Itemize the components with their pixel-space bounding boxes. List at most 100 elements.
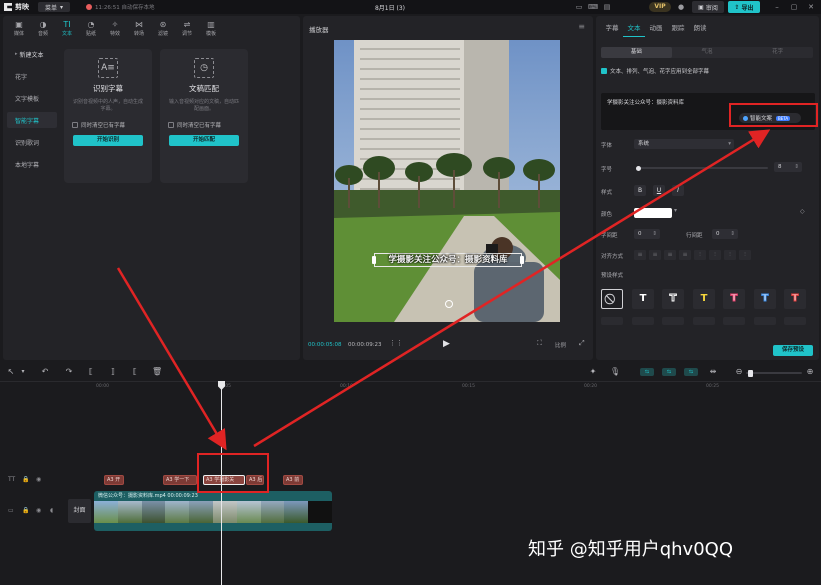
subtitle-clip[interactable]: A3 开 (104, 475, 124, 485)
eye-icon[interactable]: ◉ (36, 507, 41, 514)
minimize-icon[interactable]: – (772, 2, 782, 12)
undo-icon[interactable]: ↶ (40, 367, 50, 377)
preset-row2-item[interactable] (693, 317, 715, 325)
resize-handle-right[interactable] (520, 256, 524, 264)
close-icon[interactable]: ✕ (806, 2, 816, 12)
zoom-in-icon[interactable]: ⊕ (805, 367, 815, 377)
volume-icon[interactable]: ◖ (50, 507, 53, 514)
preset-yellow[interactable]: T (693, 289, 715, 309)
subtitle-clip[interactable]: A3 学一下 (163, 475, 197, 485)
lock-icon[interactable]: 🔒 (22, 507, 29, 514)
expand-icon[interactable]: ⤢ (579, 339, 585, 348)
char-spacing-input[interactable]: 0 ⇕ (634, 229, 660, 239)
maximize-icon[interactable]: ▢ (789, 2, 799, 12)
tab-tracking[interactable]: 跟踪 (667, 22, 689, 37)
ratio-button[interactable]: 比例 (555, 341, 566, 349)
trim-left-icon[interactable]: ⟧ (108, 367, 118, 377)
preset-row2-item[interactable] (784, 317, 806, 325)
tab-subtitle[interactable]: 字幕 (601, 22, 623, 37)
vertical-middle-icon[interactable]: ⫶ (709, 250, 721, 260)
fullscreen-frame-icon[interactable]: ⛶ (537, 339, 542, 348)
align-justify-icon[interactable]: ≡ (679, 250, 691, 260)
player-menu-icon[interactable]: ≡ (578, 22, 585, 31)
cover-button[interactable]: 封面 (68, 499, 91, 523)
rotate-handle-icon[interactable] (445, 300, 453, 308)
tab-audio[interactable]: ◑ 音频 (31, 16, 55, 40)
chevron-down-icon[interactable]: ▾ (18, 367, 28, 377)
line-spacing-input[interactable]: 0 ⇕ (712, 229, 738, 239)
video-preview[interactable]: 学摄影关注公众号：摄影资料库 (334, 40, 560, 322)
tab-transition[interactable]: ⋈ 转场 (127, 16, 151, 40)
clear-existing-checkbox[interactable]: 同时清空已有字幕 (72, 121, 152, 129)
tab-read-aloud[interactable]: 朗读 (689, 22, 711, 37)
vertical-justify-icon[interactable]: ⫶ (739, 250, 751, 260)
text-color-swatch[interactable] (634, 208, 672, 218)
trim-right-icon[interactable]: ⟦ (130, 367, 140, 377)
align-left-icon[interactable]: ≡ (634, 250, 646, 260)
align-center-icon[interactable]: ≡ (649, 250, 661, 260)
underline-button[interactable]: U (653, 185, 665, 196)
size-slider-knob[interactable] (636, 166, 641, 171)
font-dropdown[interactable]: 系统 ▾ (634, 139, 734, 149)
redo-icon[interactable]: ↷ (64, 367, 74, 377)
save-preset-button[interactable]: 保存预设 (773, 345, 813, 356)
avatar[interactable]: ● (676, 2, 686, 12)
shortcut-icon[interactable]: ⌨ (588, 2, 598, 12)
preset-none-icon[interactable]: ⃠ (601, 289, 623, 309)
tab-adjust[interactable]: ⇌ 调节 (175, 16, 199, 40)
linkage-icon[interactable]: ⇆ (684, 368, 698, 376)
monitor-icon[interactable]: ▭ (574, 2, 584, 12)
preset-row2-item[interactable] (632, 317, 654, 325)
side-item-fancy-text[interactable]: 花字 (7, 68, 57, 84)
keyframe-icon[interactable]: ◇ (800, 208, 805, 215)
menu-button[interactable]: 菜单 ▾ (38, 2, 70, 12)
play-button[interactable]: ▶ (443, 339, 450, 349)
subtab-fancy[interactable]: 花字 (742, 47, 813, 58)
vertical-top-icon[interactable]: ⫶ (694, 250, 706, 260)
magnet-snap-icon[interactable]: ⇆ (662, 368, 676, 376)
preset-red-outline[interactable]: T (784, 289, 806, 309)
tab-template[interactable]: ▥ 模板 (199, 16, 223, 40)
microphone-icon[interactable]: 🎙 (610, 367, 620, 377)
preset-row2-item[interactable] (723, 317, 745, 325)
subtitle-overlay[interactable]: 学摄影关注公众号：摄影资料库 (374, 253, 522, 267)
preset-pink-outline[interactable]: T (723, 289, 745, 309)
start-recognize-button[interactable]: 开始识别 (73, 135, 143, 146)
tab-text[interactable]: TI 文本 (55, 16, 79, 40)
vip-badge[interactable]: VIP (649, 2, 671, 12)
side-item-local-subtitle[interactable]: 本地字幕 (7, 156, 57, 172)
start-match-button[interactable]: 开始匹配 (169, 135, 239, 146)
vertical-bottom-icon[interactable]: ⫶ (724, 250, 736, 260)
size-input[interactable]: 8 ⇕ (774, 162, 802, 172)
resize-handle-left[interactable] (372, 256, 376, 264)
waveform-icon[interactable]: ⋮⋮ (389, 339, 403, 347)
side-item-lyrics[interactable]: 识别歌词 (7, 134, 57, 150)
preset-row2-item[interactable] (754, 317, 776, 325)
review-button[interactable]: ▣ 审阅 (692, 1, 724, 13)
link-main-track-icon[interactable]: ⇆ (640, 368, 654, 376)
document-title[interactable]: 8月1日 (3) (360, 3, 420, 12)
subtitle-clip[interactable]: A3 前 (283, 475, 303, 485)
tab-filter[interactable]: ⊛ 滤镜 (151, 16, 175, 40)
zoom-out-icon[interactable]: ⊖ (734, 367, 744, 377)
apply-all-checkbox[interactable]: 文本、排列、气泡、花字应用到全部字幕 (601, 67, 709, 75)
side-item-smart-subtitle[interactable]: 智能字幕 (7, 112, 57, 128)
preset-blue-outline[interactable]: T (754, 289, 776, 309)
eye-icon[interactable]: ◉ (36, 476, 41, 483)
tab-effects[interactable]: ✧ 特效 (103, 16, 127, 40)
tab-animation[interactable]: 动画 (645, 22, 667, 37)
clear-existing-checkbox[interactable]: 同时清空已有字幕 (168, 121, 248, 129)
tab-media[interactable]: ▣ 媒体 (7, 16, 31, 40)
preset-outline[interactable]: T (662, 289, 684, 309)
tab-sticker[interactable]: ◔ 贴纸 (79, 16, 103, 40)
export-button[interactable]: ⇪ 导出 (728, 1, 760, 13)
tab-text[interactable]: 文本 (623, 22, 645, 37)
size-slider[interactable] (636, 167, 768, 169)
side-item-new-text[interactable]: 新建文本 (7, 46, 57, 62)
preset-white[interactable]: T (632, 289, 654, 309)
layout-icon[interactable]: ▤ (602, 2, 612, 12)
timeline-ruler[interactable]: 00:00 00:05 00:10 00:15 00:20 00:25 (68, 382, 821, 394)
align-right-icon[interactable]: ≡ (664, 250, 676, 260)
zoom-slider-knob[interactable] (748, 370, 753, 377)
select-cursor-icon[interactable]: ↖ (6, 367, 16, 377)
